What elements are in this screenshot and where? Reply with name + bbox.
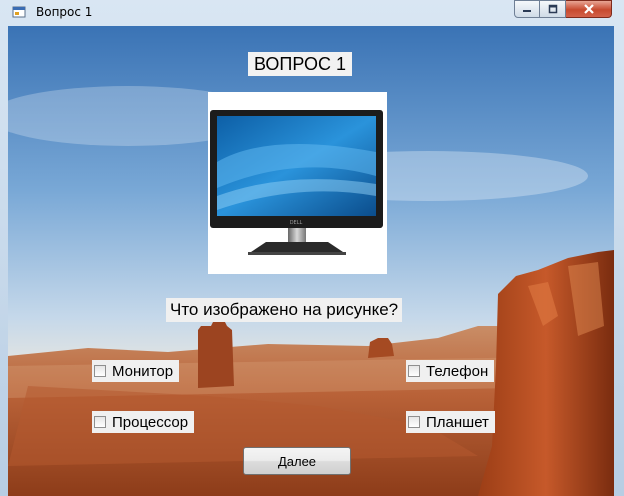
svg-text:DELL: DELL <box>290 220 303 226</box>
monitor-image-icon: DELL <box>210 110 383 255</box>
window-title: Вопрос 1 <box>36 5 93 19</box>
option-phone[interactable]: Телефон <box>406 360 495 382</box>
form-client-area: ВОПРОС 1 DELL Что изображено на рисунке?… <box>8 26 614 496</box>
option-tablet-label: Планшет <box>426 413 489 431</box>
option-processor[interactable]: Процессор <box>92 411 195 433</box>
close-icon <box>583 4 594 14</box>
option-monitor[interactable]: Монитор <box>92 360 180 382</box>
option-monitor-checkbox[interactable] <box>94 365 106 377</box>
maximize-button[interactable] <box>540 0 566 18</box>
option-monitor-label: Монитор <box>112 362 174 380</box>
option-phone-checkbox[interactable] <box>408 365 420 377</box>
option-processor-label: Процессор <box>112 413 189 431</box>
close-button[interactable] <box>566 0 612 18</box>
monitor-picture: DELL <box>208 92 387 274</box>
option-processor-checkbox[interactable] <box>94 416 106 428</box>
minimize-button[interactable] <box>514 0 540 18</box>
maximize-icon <box>548 4 557 14</box>
question-text: Что изображено на рисунке? <box>166 298 403 322</box>
app-window: Вопрос 1 ВОПРОС 1 DELL Что изображено на… <box>0 0 624 496</box>
question-heading: ВОПРОС 1 <box>248 52 352 76</box>
next-button[interactable]: Далее <box>243 447 351 475</box>
option-tablet[interactable]: Планшет <box>406 411 495 433</box>
app-icon <box>12 6 26 18</box>
option-tablet-checkbox[interactable] <box>408 416 420 428</box>
title-bar[interactable]: Вопрос 1 <box>0 0 624 26</box>
minimize-icon <box>523 10 531 12</box>
option-phone-label: Телефон <box>426 362 489 380</box>
